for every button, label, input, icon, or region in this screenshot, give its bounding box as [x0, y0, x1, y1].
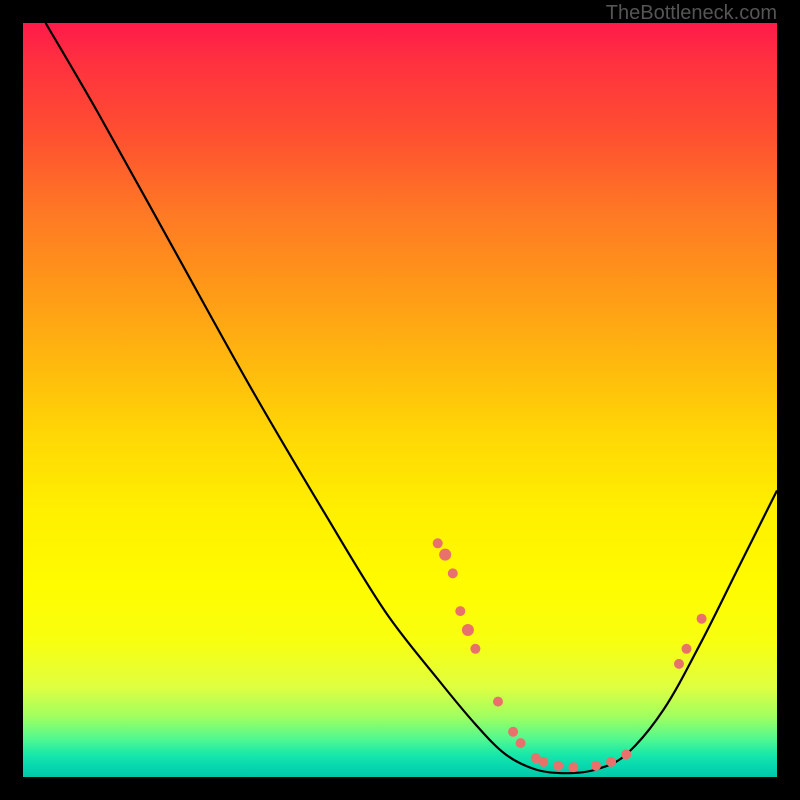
data-point [462, 624, 474, 636]
data-point [621, 749, 631, 759]
data-point [591, 761, 601, 771]
data-point [553, 761, 563, 771]
data-point [470, 644, 480, 654]
data-point [493, 697, 503, 707]
data-point [455, 606, 465, 616]
data-point [682, 644, 692, 654]
data-point [674, 659, 684, 669]
data-point [538, 757, 548, 767]
data-point [697, 614, 707, 624]
data-points [433, 538, 707, 772]
data-point [433, 538, 443, 548]
chart-overlay [23, 23, 777, 777]
data-point [448, 568, 458, 578]
data-point [508, 727, 518, 737]
data-point [516, 738, 526, 748]
data-point [568, 762, 578, 772]
data-point [606, 757, 616, 767]
data-point [439, 549, 451, 561]
watermark-text: TheBottleneck.com [606, 2, 777, 25]
bottleneck-curve [46, 23, 777, 773]
